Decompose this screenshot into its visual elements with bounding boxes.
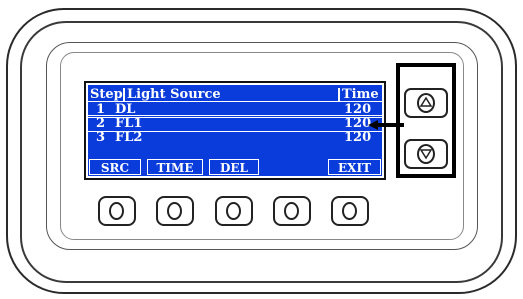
scroll-down-button[interactable] bbox=[404, 139, 448, 169]
header-separator bbox=[338, 88, 340, 101]
softkey-button-3[interactable] bbox=[215, 196, 253, 226]
softkey-button-4[interactable] bbox=[273, 196, 311, 226]
row-source: FL2 bbox=[115, 130, 143, 145]
header-light-source: Light Source bbox=[127, 87, 221, 102]
softkey-del: DEL bbox=[209, 159, 259, 175]
row-step: 2 bbox=[96, 116, 106, 131]
header-row: Step Light Source Time bbox=[88, 87, 382, 102]
row-step: 3 bbox=[96, 130, 106, 145]
scroll-up-button[interactable] bbox=[404, 88, 448, 118]
lcd-display: Step Light Source Time 1 DL 120 2 FL1 12… bbox=[88, 85, 382, 176]
list-item[interactable]: 3 FL2 120 bbox=[88, 130, 382, 145]
softkey-button-2[interactable] bbox=[156, 196, 194, 226]
triangle-down-icon bbox=[419, 149, 433, 160]
row-source: FL1 bbox=[115, 116, 143, 131]
triangle-up-icon bbox=[419, 96, 433, 107]
softkey-button-1[interactable] bbox=[98, 196, 136, 226]
softkey-button-5[interactable] bbox=[331, 196, 369, 226]
header-separator bbox=[123, 88, 125, 101]
softkey-time: TIME bbox=[147, 159, 203, 175]
header-step: Step bbox=[90, 87, 123, 102]
row-time: 120 bbox=[344, 130, 372, 145]
softkey-exit: EXIT bbox=[328, 159, 381, 175]
softkey-src: SRC bbox=[89, 159, 141, 175]
header-time: Time bbox=[342, 87, 379, 102]
